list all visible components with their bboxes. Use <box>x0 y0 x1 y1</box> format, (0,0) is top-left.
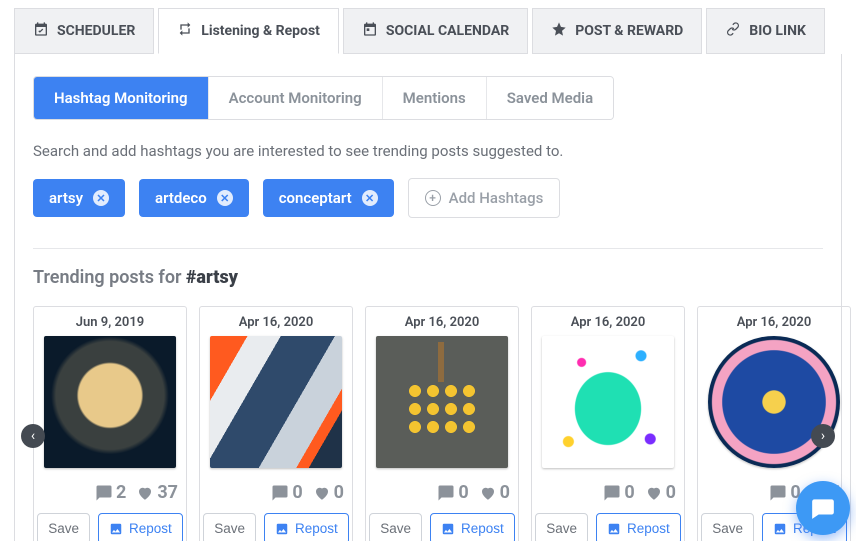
comment-icon <box>437 484 455 502</box>
tab-label: SOCIAL CALENDAR <box>386 23 509 39</box>
carousel-prev-button[interactable]: ‹ <box>21 424 45 448</box>
repost-button[interactable]: Repost <box>98 513 183 541</box>
subtab-account-monitoring[interactable]: Account Monitoring <box>209 77 383 119</box>
carousel-next-button[interactable]: › <box>811 424 835 448</box>
likes-metric: 0 <box>313 482 344 503</box>
retweet-icon <box>177 21 193 41</box>
post-card: Jun 9, 2019 2 37 Save Repost <box>33 306 187 541</box>
save-button[interactable]: Save <box>701 513 754 541</box>
repost-button[interactable]: Repost <box>596 513 681 541</box>
tab-bio-link[interactable]: BIO LINK <box>706 8 825 54</box>
post-metrics: 0 0 <box>437 482 510 503</box>
tab-label: BIO LINK <box>749 23 806 39</box>
instruction-text: Search and add hashtags you are interest… <box>33 142 823 160</box>
top-tabs: SCHEDULER Listening & Repost SOCIAL CALE… <box>14 8 842 54</box>
card-list: Jun 9, 2019 2 37 Save Repost Apr 16, 202… <box>33 302 823 541</box>
post-metrics: 0 0 <box>603 482 676 503</box>
add-hashtags-button[interactable]: + Add Hashtags <box>408 178 561 218</box>
subtab-mentions[interactable]: Mentions <box>383 77 487 119</box>
post-metrics: 2 37 <box>95 482 178 503</box>
link-icon <box>725 21 741 41</box>
post-thumbnail[interactable] <box>376 336 508 468</box>
remove-icon[interactable]: ✕ <box>217 190 233 206</box>
subtab-saved-media[interactable]: Saved Media <box>487 77 613 119</box>
star-icon <box>551 21 567 41</box>
heart-icon <box>313 484 331 502</box>
trending-carousel: ‹ › Jun 9, 2019 2 37 Save Repost <box>33 302 823 541</box>
chip-label: conceptart <box>279 189 352 207</box>
image-icon <box>109 522 123 536</box>
save-button[interactable]: Save <box>37 513 90 541</box>
post-date: Apr 16, 2020 <box>405 315 480 330</box>
comment-icon <box>603 484 621 502</box>
tab-label: POST & REWARD <box>575 23 683 39</box>
calendar-icon <box>362 21 378 41</box>
post-card: Apr 16, 2020 0 0 Save Repost <box>199 306 353 541</box>
image-icon <box>441 522 455 536</box>
divider <box>33 248 823 249</box>
sub-tabs: Hashtag Monitoring Account Monitoring Me… <box>33 76 614 120</box>
post-thumbnail[interactable] <box>542 336 674 468</box>
image-icon <box>607 522 621 536</box>
tab-label: Listening & Repost <box>201 23 320 39</box>
heart-icon <box>136 484 154 502</box>
post-thumbnail[interactable] <box>708 336 840 468</box>
subtab-hashtag-monitoring[interactable]: Hashtag Monitoring <box>34 77 209 119</box>
chat-icon <box>810 495 836 521</box>
post-thumbnail[interactable] <box>210 336 342 468</box>
post-metrics: 0 0 <box>271 482 344 503</box>
comments-metric: 0 <box>437 482 468 503</box>
chip-label: artdeco <box>155 189 207 207</box>
hashtag-chip-conceptart[interactable]: conceptart ✕ <box>263 179 394 217</box>
heart-icon <box>479 484 497 502</box>
remove-icon[interactable]: ✕ <box>362 190 378 206</box>
tab-label: SCHEDULER <box>57 23 135 39</box>
comment-icon <box>95 484 113 502</box>
save-button[interactable]: Save <box>535 513 588 541</box>
add-label: Add Hashtags <box>449 189 544 207</box>
calendar-check-icon <box>33 21 49 41</box>
save-button[interactable]: Save <box>369 513 422 541</box>
save-button[interactable]: Save <box>203 513 256 541</box>
comment-icon <box>271 484 289 502</box>
post-date: Jun 9, 2019 <box>76 315 144 330</box>
hashtag-chip-row: artsy ✕ artdeco ✕ conceptart ✕ + Add Has… <box>33 178 823 218</box>
tab-scheduler[interactable]: SCHEDULER <box>14 8 154 54</box>
image-icon <box>773 522 787 536</box>
likes-metric: 0 <box>645 482 676 503</box>
panel: Hashtag Monitoring Account Monitoring Me… <box>14 54 842 541</box>
image-icon <box>275 522 289 536</box>
hashtag-chip-artdeco[interactable]: artdeco ✕ <box>139 179 249 217</box>
trending-title: Trending posts for #artsy <box>33 267 823 288</box>
repost-button[interactable]: Repost <box>430 513 515 541</box>
post-card: Apr 16, 2020 0 0 Save Repost <box>531 306 685 541</box>
post-date: Apr 16, 2020 <box>571 315 646 330</box>
plus-icon: + <box>425 190 441 206</box>
remove-icon[interactable]: ✕ <box>93 190 109 206</box>
tab-social-calendar[interactable]: SOCIAL CALENDAR <box>343 8 528 54</box>
chat-fab[interactable] <box>796 481 850 535</box>
heart-icon <box>645 484 663 502</box>
comments-metric: 2 <box>95 482 126 503</box>
likes-metric: 37 <box>136 482 178 503</box>
tab-post-reward[interactable]: POST & REWARD <box>532 8 702 54</box>
repost-button[interactable]: Repost <box>264 513 349 541</box>
post-date: Apr 16, 2020 <box>737 315 812 330</box>
hashtag-chip-artsy[interactable]: artsy ✕ <box>33 179 125 217</box>
post-thumbnail[interactable] <box>44 336 176 468</box>
post-card: Apr 16, 2020 0 0 Save Repost <box>365 306 519 541</box>
comments-metric: 0 <box>603 482 634 503</box>
comment-icon <box>769 484 787 502</box>
post-date: Apr 16, 2020 <box>239 315 314 330</box>
likes-metric: 0 <box>479 482 510 503</box>
chip-label: artsy <box>49 189 83 207</box>
comments-metric: 0 <box>271 482 302 503</box>
tab-listening-repost[interactable]: Listening & Repost <box>158 8 339 54</box>
